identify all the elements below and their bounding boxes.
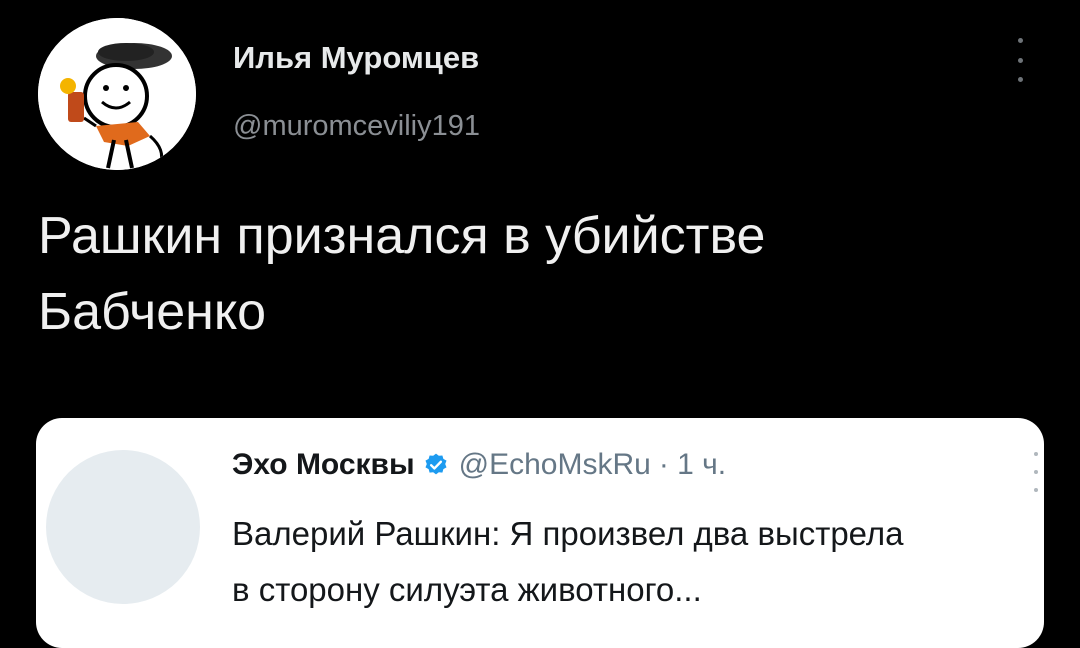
tweet-line: Бабченко (38, 283, 267, 341)
quoted-tweet-card[interactable]: Эхо Москвы @EchoMskRu · 1 ч. Валерий Раш… (36, 418, 1044, 648)
author-handle[interactable]: @muromceviliy191 (233, 110, 480, 143)
quoted-avatar[interactable] (46, 450, 200, 604)
dot (1034, 452, 1038, 456)
tweet-text: Рашкин признался в убийстве Бабченко (38, 198, 1038, 350)
quoted-line: Валерий Рашкин: Я произвел два выстрела (232, 515, 904, 552)
more-options-icon[interactable] (1012, 38, 1028, 82)
quoted-more-icon[interactable] (1032, 452, 1040, 492)
verified-badge-icon (425, 453, 447, 475)
quoted-timestamp: · 1 ч. (658, 448, 727, 481)
quoted-line: в сторону силуэта животного... (232, 571, 702, 608)
dot (1017, 57, 1023, 63)
author-avatar[interactable]: ... ... (38, 18, 196, 170)
quoted-header: Эхо Москвы @EchoMskRu · 1 ч. (232, 448, 726, 482)
dot (1017, 77, 1023, 82)
author-name[interactable]: Илья Муромцев (233, 40, 479, 76)
tweet-line: Рашкин признался в убийстве (38, 207, 766, 265)
svg-text:... ...: ... ... (56, 20, 74, 30)
dot (1034, 470, 1038, 474)
quoted-tweet-text: Валерий Рашкин: Я произвел два выстрела … (232, 506, 904, 618)
dot (1017, 38, 1023, 43)
quoted-author-name[interactable]: Эхо Москвы (232, 448, 415, 482)
dot (1034, 488, 1038, 492)
quoted-author-handle[interactable]: @EchoMskRu (459, 448, 651, 482)
author-avatar-image: ... ... (38, 18, 196, 170)
